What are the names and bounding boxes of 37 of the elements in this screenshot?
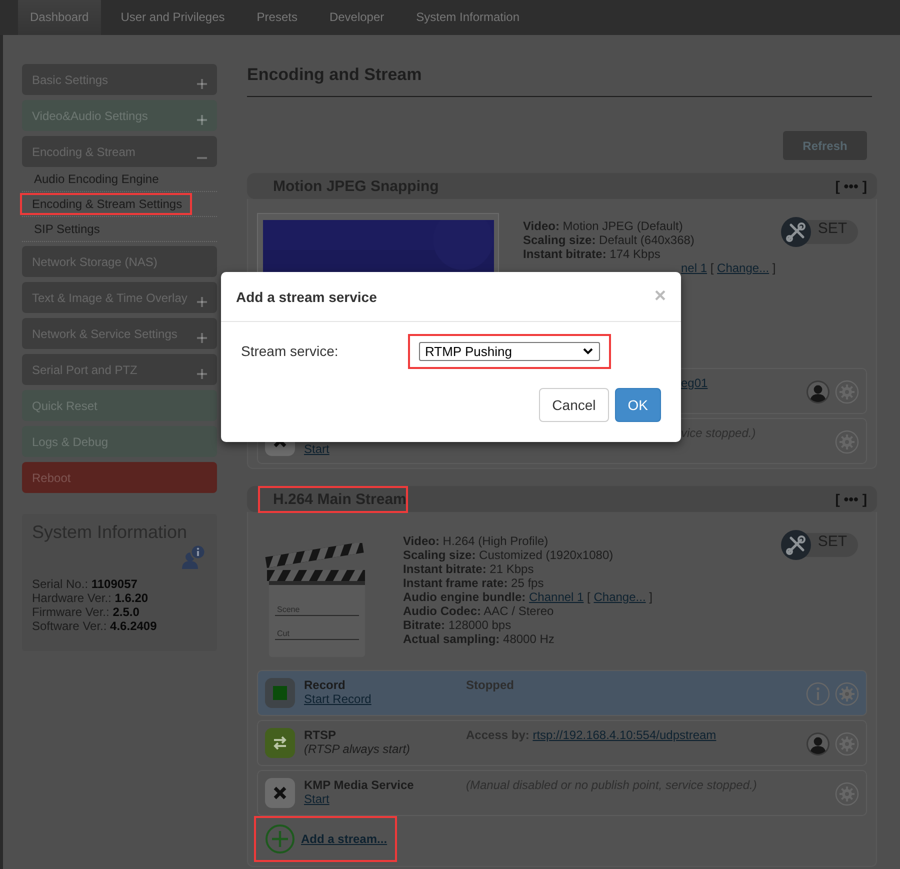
more-button[interactable]: [ ••• ] — [835, 178, 867, 194]
info-icon[interactable] — [806, 682, 830, 706]
service-name: Record — [304, 678, 346, 692]
change-link[interactable]: Change... — [594, 590, 646, 604]
field-label: Stream service: — [241, 343, 340, 359]
cancel-button[interactable]: Cancel — [539, 388, 609, 422]
change-link[interactable]: Change... — [717, 261, 770, 275]
chevron-icon — [583, 348, 593, 354]
access-link[interactable]: eg01 — [681, 376, 708, 390]
action-link[interactable]: Start Record — [304, 692, 372, 706]
channel-link[interactable]: nel 1 — [681, 261, 708, 275]
nav-tab[interactable]: System Information — [404, 0, 532, 35]
more-button[interactable]: [ ••• ] — [835, 491, 867, 507]
close-icon — [265, 778, 295, 808]
access-link[interactable]: rtsp://192.168.4.10:554/udpstream — [532, 728, 716, 742]
nav-tab[interactable]: Developer — [317, 0, 396, 35]
user-info-icon[interactable] — [182, 545, 206, 569]
nav-tab[interactable]: Presets — [244, 0, 310, 35]
ok-button[interactable]: OK — [614, 388, 661, 422]
record-icon — [265, 678, 295, 708]
nav-tab[interactable]: User and Privileges — [108, 0, 237, 35]
channel-link[interactable]: Channel 1 — [529, 590, 584, 604]
settings-icon[interactable] — [835, 682, 859, 706]
dialog-title: Add a stream service — [236, 288, 377, 304]
add-stream-link[interactable]: Add a stream... — [254, 816, 398, 862]
action-link[interactable]: Start — [304, 442, 330, 456]
user-icon[interactable] — [806, 732, 830, 756]
info-line: nel 1 [ Change... ] — [680, 261, 776, 275]
tools-icon — [780, 217, 811, 247]
transfer-arrows-icon — [265, 728, 295, 758]
user-icon[interactable] — [806, 380, 830, 404]
nav-tab[interactable]: Dashboard — [18, 0, 101, 35]
stream-service-select[interactable]: RTMP Pushing — [419, 342, 600, 360]
action-link[interactable]: Start — [304, 792, 330, 806]
add-icon — [265, 824, 295, 854]
tools-icon — [780, 530, 811, 560]
close-button[interactable]: × — [654, 285, 666, 308]
